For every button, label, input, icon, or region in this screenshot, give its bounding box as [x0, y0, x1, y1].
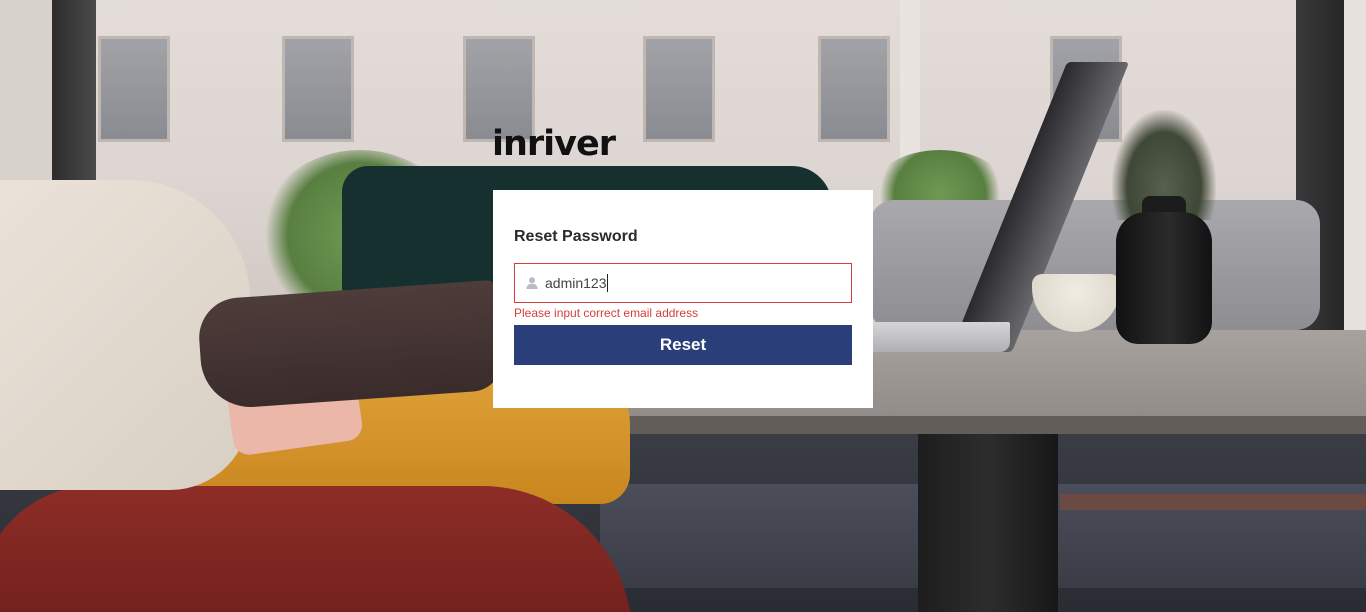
background-vase	[1116, 212, 1212, 344]
background-cushion-stripe	[1060, 494, 1366, 510]
background-table-leg	[918, 434, 1058, 612]
login-page: inriver Reset Password Please input corr…	[0, 0, 1366, 612]
background-person-legs	[0, 486, 632, 612]
reset-button[interactable]: Reset	[514, 325, 852, 365]
email-input[interactable]	[545, 264, 845, 302]
background-building-window	[98, 36, 170, 142]
validation-error: Please input correct email address	[514, 306, 699, 320]
brand-logo: inriver	[492, 124, 616, 164]
text-caret	[607, 274, 608, 292]
background-table-edge	[560, 416, 1366, 434]
background-building-window	[818, 36, 890, 142]
background-building-window	[282, 36, 354, 142]
reset-password-card: Reset Password Please input correct emai…	[493, 190, 873, 408]
background-building-window	[643, 36, 715, 142]
email-field[interactable]	[514, 263, 852, 303]
background-wall-right	[1344, 0, 1366, 330]
card-title: Reset Password	[514, 228, 638, 245]
background-laptop-base	[860, 322, 1010, 352]
background-person-arm	[196, 279, 504, 411]
user-icon	[525, 276, 539, 290]
